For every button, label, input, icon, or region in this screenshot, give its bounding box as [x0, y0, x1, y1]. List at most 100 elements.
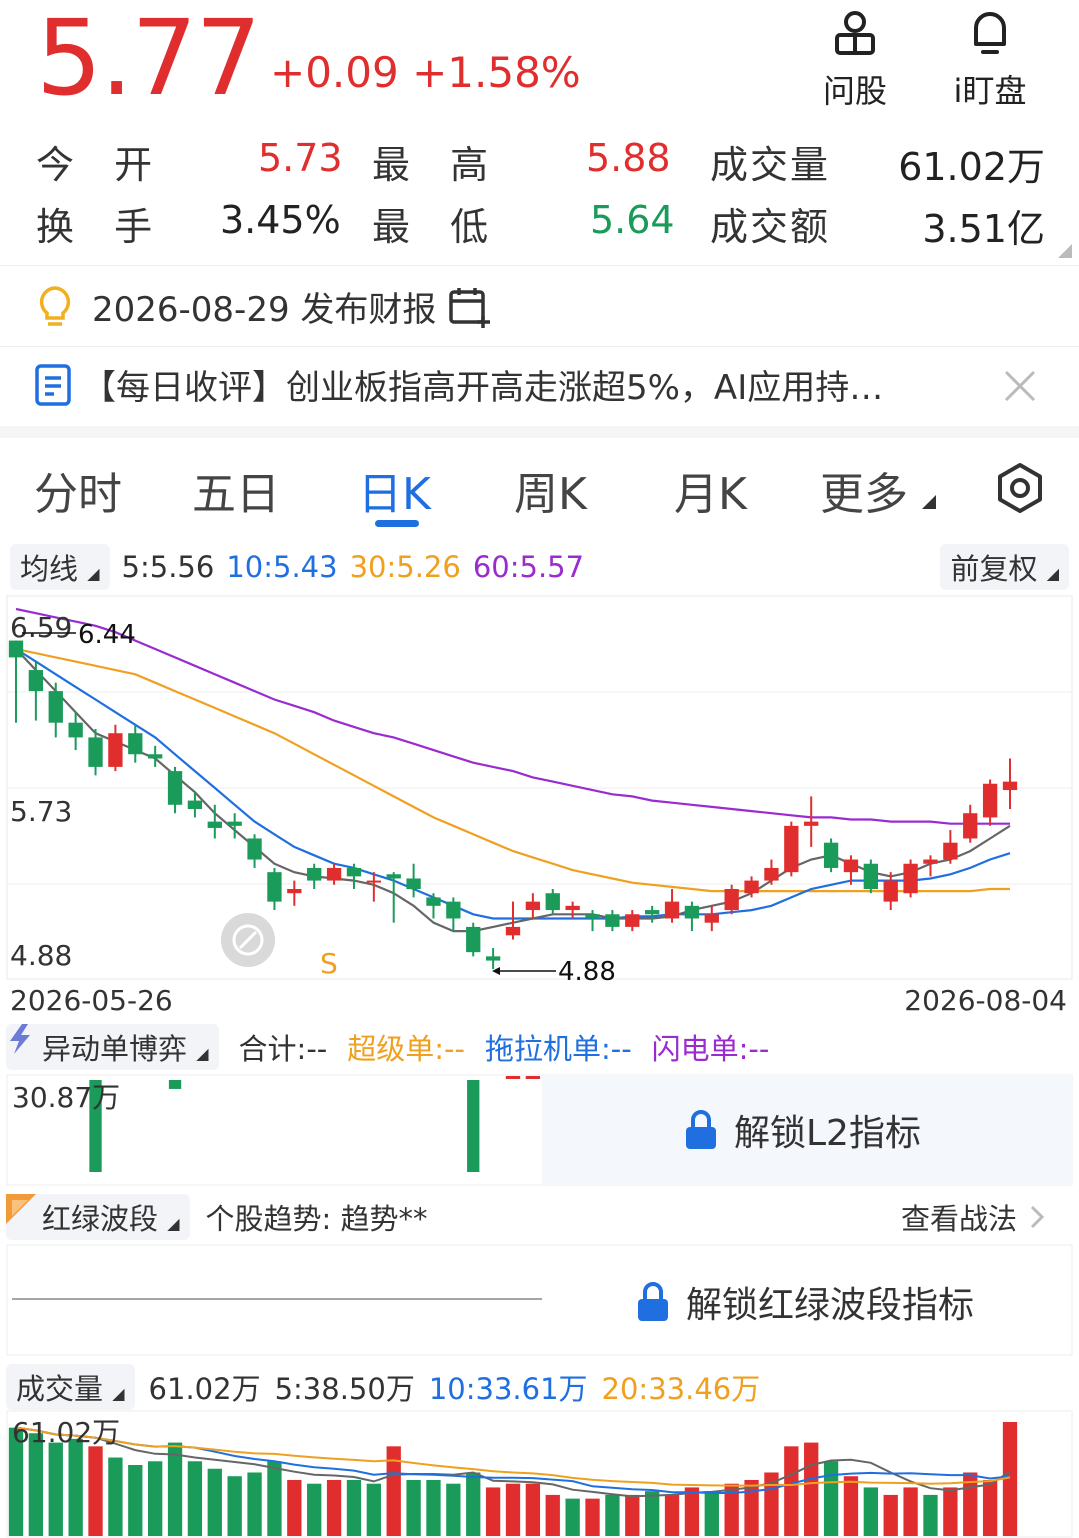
volume-ma10: 10:33.61万: [428, 1372, 588, 1406]
candle-body: [963, 813, 978, 839]
volume-bar: [167, 1442, 183, 1536]
volume-bar: [326, 1479, 342, 1536]
volume-ma20: 20:33.46万: [601, 1372, 761, 1406]
candle-body: [346, 867, 362, 877]
view-strategy-link[interactable]: 查看战法: [901, 1196, 1045, 1238]
candle-body: [326, 867, 342, 881]
volume-bar: [843, 1476, 859, 1536]
last-price: 5.77: [36, 0, 262, 119]
ma-selector[interactable]: 均线 ◢: [10, 544, 110, 590]
candle-body: [883, 880, 898, 902]
dropdown-triangle-icon: [922, 495, 936, 509]
tab-more[interactable]: 更多: [820, 458, 936, 522]
volume-bar: [923, 1494, 938, 1536]
flow-bar: [505, 1076, 521, 1079]
volume-bar: [207, 1468, 222, 1536]
volume-bar: [148, 1461, 163, 1536]
candle-body: [466, 926, 481, 953]
candle-body: [625, 914, 640, 927]
volume-selector[interactable]: 成交量 ◢: [6, 1364, 135, 1410]
ask-stock-button[interactable]: 问股: [816, 8, 894, 112]
lightning-icon: [10, 1024, 30, 1054]
ma10-line: [15, 648, 1011, 920]
watch-button[interactable]: i盯盘: [945, 8, 1035, 112]
flow-bar: [525, 1076, 541, 1079]
edit-float-icon[interactable]: [221, 913, 275, 967]
wave-selector[interactable]: 红绿波段 ◢: [6, 1194, 190, 1240]
tab-intraday[interactable]: 分时: [34, 458, 122, 522]
tab-weekly-k[interactable]: 周K: [514, 458, 587, 522]
candlestick-chart[interactable]: 6.59 5.73 4.88 6.44 4.88 S: [0, 595, 1079, 985]
low-marker-label: 4.88: [558, 957, 616, 985]
candle-body: [525, 901, 541, 911]
volume-bar: [88, 1446, 103, 1536]
tab-daily-k[interactable]: 日K: [358, 458, 431, 522]
volume-bar: [804, 1442, 819, 1536]
candle-body: [744, 880, 759, 894]
volume-bar: [943, 1487, 958, 1536]
candle-body: [426, 897, 441, 906]
calendar-add-icon: [449, 287, 491, 328]
candle-body: [68, 722, 83, 738]
tab-monthly-k[interactable]: 月K: [674, 458, 747, 522]
divider: [0, 346, 1079, 347]
volume-bar: [307, 1483, 322, 1536]
high-marker-label: 6.44: [78, 620, 136, 650]
candle-body: [823, 842, 839, 868]
volume-bar: [267, 1461, 282, 1536]
candle-body: [48, 691, 63, 723]
volume-bar: [287, 1479, 302, 1536]
chevron-right-icon: [1030, 1205, 1045, 1229]
close-icon[interactable]: [1002, 368, 1038, 404]
flow-axis-max: 30.87万: [12, 1081, 120, 1114]
active-tab-indicator: [375, 520, 419, 527]
news-row[interactable]: 【每日收评】创业板指高开高走涨超5%，AI应用持…: [34, 360, 883, 409]
volume-bar: [446, 1483, 461, 1536]
volume-bar: [128, 1465, 143, 1536]
candle-body: [863, 863, 878, 889]
wave-flag-icon: [6, 1194, 36, 1224]
unlock-wave-button[interactable]: 解锁红绿波段指标: [636, 1276, 974, 1328]
volume-bar: [366, 1483, 381, 1536]
candle-body: [1002, 781, 1018, 791]
ma5-line: [15, 648, 1011, 933]
flow-selector[interactable]: 异动单博弈 ◢: [6, 1024, 219, 1070]
sell-signal[interactable]: S: [320, 947, 338, 980]
volume-chart[interactable]: 61.02万: [0, 1410, 1079, 1538]
ma60-line: [15, 607, 1010, 825]
end-date: 2026-08-04: [904, 984, 1067, 1017]
volume-bar: [68, 1438, 83, 1536]
axis-mid-label: 5.73: [10, 795, 72, 828]
unlock-l2-button[interactable]: 解锁L2指标: [684, 1104, 921, 1156]
volume-bar: [48, 1442, 63, 1536]
flow-flash: 闪电单:--: [651, 1032, 770, 1066]
ma-legend: 均线 ◢ 5:5.56 10:5.43 30:5.26 60:5.57: [10, 544, 584, 590]
turnover-value: 3.45%: [220, 198, 341, 242]
candle-body: [903, 863, 918, 894]
candle-body: [406, 878, 421, 889]
candle-body: [804, 821, 819, 826]
volume-bar: [565, 1498, 580, 1536]
candle-body: [645, 910, 660, 915]
report-row[interactable]: 2026-08-29 发布财报: [34, 282, 492, 331]
lightbulb-icon: [39, 285, 71, 326]
volume-bar: [645, 1491, 660, 1536]
settings-icon[interactable]: [994, 462, 1046, 514]
adjust-selector[interactable]: 前复权 ◢: [940, 544, 1069, 590]
axis-top-label: 6.59: [10, 611, 72, 644]
adjust-label: 前复权: [950, 552, 1038, 586]
candle-body: [585, 914, 600, 919]
ma30-value: 30:5.26: [349, 550, 461, 584]
low-value: 5.64: [590, 198, 675, 242]
volume-bar: [247, 1472, 262, 1536]
report-text: 2026-08-29 发布财报: [92, 290, 437, 330]
expand-corner-icon[interactable]: [1058, 244, 1072, 258]
tab-five-day[interactable]: 五日: [192, 458, 280, 522]
candle-body: [505, 926, 521, 936]
flow-tractor: 拖拉机单:--: [484, 1032, 632, 1066]
ma60-value: 60:5.57: [472, 550, 585, 584]
candle-body: [485, 956, 501, 961]
volume-bar: [406, 1479, 421, 1536]
volume-bar: [108, 1457, 123, 1536]
ma10-value: 10:5.43: [226, 550, 338, 584]
